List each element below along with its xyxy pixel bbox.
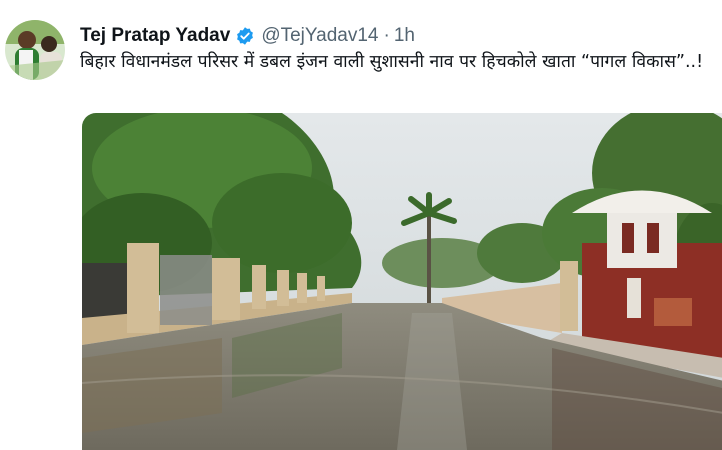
tweet-header: Tej Pratap Yadav @TejYadav14 · 1h	[80, 24, 415, 48]
author-handle[interactable]: @TejYadav14	[261, 25, 378, 47]
verified-badge-icon	[235, 26, 255, 46]
avatar-image	[5, 20, 65, 80]
author-avatar[interactable]	[5, 20, 65, 80]
tweet-media-image[interactable]	[82, 113, 722, 450]
tweet-timestamp[interactable]: 1h	[394, 25, 415, 47]
tweet-text: बिहार विधानमंडल परिसर में डबल इंजन वाली …	[80, 52, 704, 72]
meta-separator: ·	[383, 25, 390, 46]
flooded-campus-photo	[82, 113, 722, 450]
author-name[interactable]: Tej Pratap Yadav	[80, 25, 230, 47]
